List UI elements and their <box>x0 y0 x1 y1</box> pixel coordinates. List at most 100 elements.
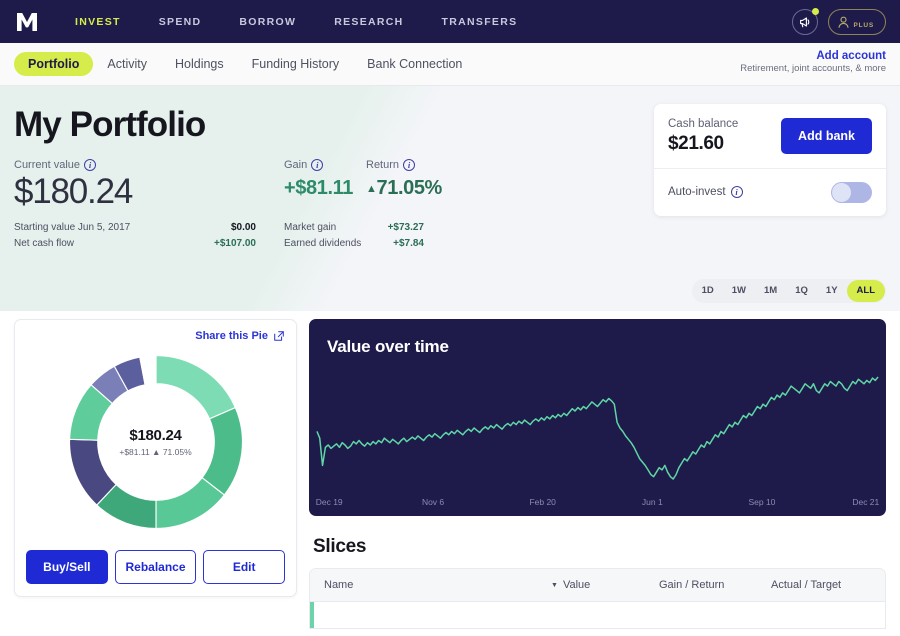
starting-value-amount: $0.00 <box>230 222 256 234</box>
chart-x-tick-label: Dec 19 <box>315 497 343 507</box>
add-account-link[interactable]: Add account <box>740 50 886 62</box>
range-option-all[interactable]: ALL <box>846 280 885 302</box>
earned-dividends-row: Earned dividends +$7.84 <box>284 236 484 252</box>
column-header-actual-target[interactable]: Actual / Target <box>771 579 871 591</box>
range-option-1m[interactable]: 1M <box>755 280 786 302</box>
add-bank-button[interactable]: Add bank <box>781 118 872 155</box>
column-header-value-label: Value <box>562 579 591 591</box>
slices-heading: Slices <box>313 536 367 557</box>
person-icon <box>838 16 849 28</box>
cash-balance-card: Cash balance $21.60 Add bank Auto-invest… <box>654 104 886 216</box>
chart-x-tick-label: Jun 1 <box>641 497 663 507</box>
tab-holdings[interactable]: Holdings <box>161 52 238 76</box>
table-row[interactable] <box>310 602 885 628</box>
column-header-value[interactable]: ▼ Value <box>551 579 659 591</box>
range-option-1q[interactable]: 1Q <box>786 280 817 302</box>
return-label-row: Return i <box>366 159 486 171</box>
notification-dot <box>812 7 820 15</box>
auto-invest-toggle[interactable] <box>831 181 872 203</box>
info-icon-current-value[interactable]: i <box>84 159 97 171</box>
chart-x-tick-label: Sep 10 <box>748 497 776 507</box>
market-gain-row: Market gain +$73.27 <box>284 220 484 236</box>
info-icon-return[interactable]: i <box>403 159 416 171</box>
slice-color-accent <box>310 602 314 628</box>
column-header-name[interactable]: Name <box>324 579 551 591</box>
gain-amount: +$81.11 <box>284 177 353 199</box>
starting-value-row: Starting value Jun 5, 2017 $0.00 <box>14 220 284 236</box>
account-plus-badge[interactable]: PLUS <box>828 8 886 35</box>
external-link-icon[interactable] <box>273 330 285 342</box>
info-icon-gain[interactable]: i <box>311 159 324 171</box>
slices-table: Name ▼ Value Gain / Return Actual / Targ… <box>309 568 886 629</box>
current-value-label: Current value <box>14 159 81 171</box>
net-cash-flow-amount: +$107.00 <box>214 238 256 250</box>
nav-link-spend[interactable]: SPEND <box>140 10 221 34</box>
nav-link-transfers[interactable]: TRANSFERS <box>423 10 537 34</box>
current-value-label-row: Current value i <box>14 159 284 171</box>
toggle-knob <box>832 182 851 202</box>
column-header-gain-return[interactable]: Gain / Return <box>659 579 771 591</box>
primary-nav-links: INVEST SPEND BORROW RESEARCH TRANSFERS <box>56 10 536 34</box>
add-account-subtitle: Retirement, joint accounts, & more <box>740 63 886 74</box>
tab-portfolio[interactable]: Portfolio <box>14 52 94 76</box>
nav-link-invest[interactable]: INVEST <box>56 10 140 34</box>
market-gain-label: Market gain <box>284 222 337 234</box>
share-pie-row[interactable]: Share this Pie <box>26 330 285 342</box>
range-option-1d[interactable]: 1D <box>693 280 723 302</box>
chart-column: Value over time Dec 19 Nov 6 Feb 20 Jun 1 Se… <box>309 319 886 629</box>
return-block: Return i ▲71.05% <box>366 159 486 201</box>
earned-dividends-amount: +$7.84 <box>393 238 424 250</box>
notifications-button[interactable] <box>792 7 820 35</box>
top-navigation-bar: INVEST SPEND BORROW RESEARCH TRANSFERS P… <box>0 0 900 43</box>
donut-center-value: $180.24 <box>129 427 182 444</box>
cash-balance-label: Cash balance <box>668 118 739 130</box>
chart-x-tick-label: Feb 20 <box>529 497 556 507</box>
nav-link-borrow[interactable]: BORROW <box>220 10 315 34</box>
auto-invest-label-row: Auto-invest i <box>668 186 743 199</box>
hero-detail-right: Market gain +$73.27 Earned dividends +$7… <box>284 220 484 252</box>
plus-badge-label: PLUS <box>853 21 874 29</box>
gain-label-row: Gain i <box>284 159 366 171</box>
range-option-1y[interactable]: 1Y <box>817 280 847 302</box>
return-label: Return <box>366 159 400 171</box>
main-content: Share this Pie $180.24 +$81.11 ▲ 71.05% <box>0 311 900 629</box>
m1-logo[interactable] <box>14 10 40 34</box>
buy-sell-button[interactable]: Buy/Sell <box>26 550 108 584</box>
slices-table-header: Name ▼ Value Gain / Return Actual / Targ… <box>310 569 885 602</box>
market-gain-amount: +$73.27 <box>387 222 424 234</box>
return-amount: ▲71.05% <box>366 175 486 201</box>
current-value-block: Current value i $180.24 <box>14 159 284 211</box>
donut-center-labels: $180.24 +$81.11 ▲ 71.05% <box>119 427 191 457</box>
tab-funding-history[interactable]: Funding History <box>238 52 354 76</box>
net-cash-flow-label: Net cash flow <box>14 238 75 250</box>
gain-label: Gain <box>284 159 308 171</box>
range-option-1w[interactable]: 1W <box>723 280 755 302</box>
info-icon-auto-invest[interactable]: i <box>730 186 743 199</box>
starting-value-label: Starting value Jun 5, 2017 <box>14 222 131 234</box>
donut-segment[interactable] <box>154 354 236 420</box>
donut-center-subtext: +$81.11 ▲ 71.05% <box>119 447 192 457</box>
chart-x-tick-label: Dec 21 <box>852 497 880 507</box>
value-over-time-line <box>317 377 878 479</box>
auto-invest-label: Auto-invest <box>668 186 726 199</box>
rebalance-button[interactable]: Rebalance <box>114 550 197 584</box>
current-value-amount: $180.24 <box>14 172 133 211</box>
tab-activity[interactable]: Activity <box>93 52 161 76</box>
gain-block: Gain i +$81.11 <box>284 159 366 201</box>
return-percent: 71.05% <box>376 177 443 199</box>
pie-action-buttons: Buy/Sell Rebalance Edit <box>26 550 286 584</box>
chart-x-tick-label: Nov 6 <box>421 497 445 507</box>
earned-dividends-label: Earned dividends <box>284 238 362 250</box>
net-cash-flow-row: Net cash flow +$107.00 <box>14 236 284 252</box>
auto-invest-row: Auto-invest i <box>654 169 886 216</box>
nav-right-actions: PLUS <box>792 0 886 43</box>
tab-bank-connection[interactable]: Bank Connection <box>353 52 476 76</box>
time-range-selector: 1D 1W 1M 1Q 1Y ALL <box>691 279 886 303</box>
value-over-time-card[interactable]: Value over time Dec 19 Nov 6 Feb 20 Jun 1 Se… <box>309 319 886 516</box>
cash-balance-row: Cash balance $21.60 Add bank <box>654 104 886 169</box>
portfolio-donut-chart[interactable]: $180.24 +$81.11 ▲ 71.05% <box>26 344 285 540</box>
nav-link-research[interactable]: RESEARCH <box>315 10 422 34</box>
share-pie-label[interactable]: Share this Pie <box>195 330 268 342</box>
sort-descending-icon: ▼ <box>551 581 558 589</box>
edit-button[interactable]: Edit <box>203 550 286 584</box>
